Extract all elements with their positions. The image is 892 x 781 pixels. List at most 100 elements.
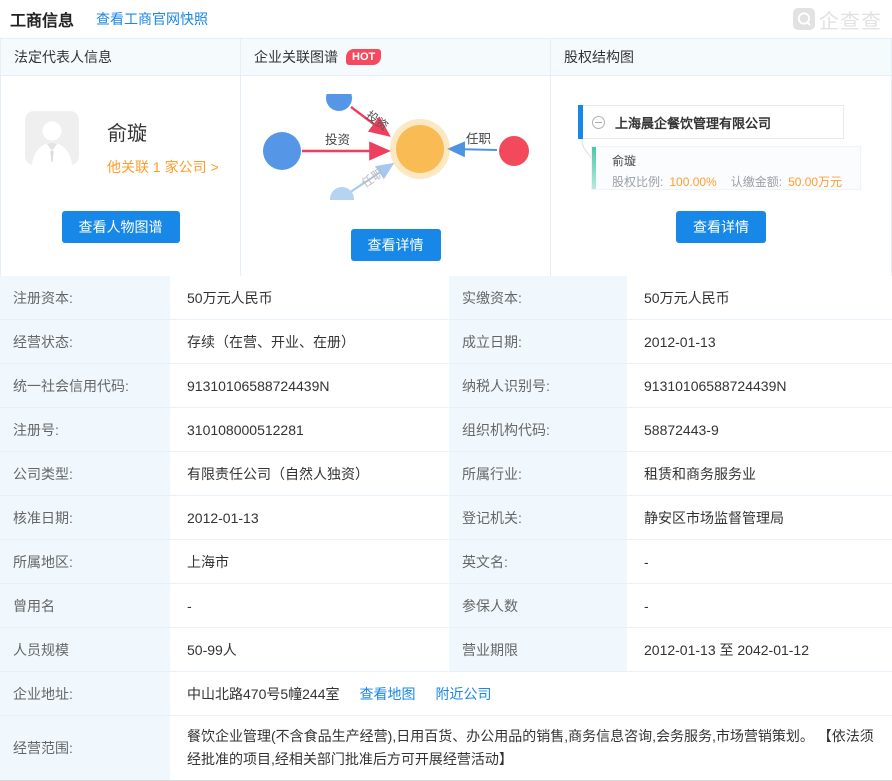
table-row: 注册号: 310108000512281 组织机构代码: 58872443-9	[0, 407, 892, 451]
related-companies-link[interactable]: 他关联 1 家公司 >	[107, 157, 219, 177]
equity-company-name: 上海晨企餐饮管理有限公司	[615, 113, 771, 132]
row-value: 50-99人	[170, 628, 447, 671]
legal-rep-panel: 法定代表人信息 俞璇 他关联 1 家公司 > 查看人物图谱	[1, 39, 240, 276]
equity-panel-title: 股权结构图	[564, 39, 634, 75]
row-value: 2012-01-13	[170, 496, 447, 539]
node-investor-left[interactable]	[263, 132, 301, 170]
row-label: 所属地区:	[0, 540, 170, 583]
row-value: 91310106588724439N	[627, 364, 892, 407]
row-value: -	[627, 540, 892, 583]
business-scope-row: 经营范围: 餐饮企业管理(不含食品生产经营),日用百货、办公用品的销售,商务信息…	[0, 715, 892, 780]
row-label: 注册号:	[0, 408, 170, 451]
table-row: 人员规模 50-99人 营业期限 2012-01-13 至 2042-01-12	[0, 627, 892, 671]
address-value-cell: 中山北路470号5幢244室 查看地图 附近公司	[170, 672, 892, 715]
table-row: 公司类型: 有限责任公司（自然人独资） 所属行业: 租赁和商务服务业	[0, 451, 892, 495]
node-company-center[interactable]	[396, 125, 444, 173]
edge-label-invest-left: 投资	[325, 132, 350, 147]
row-label: 纳税人识别号:	[447, 364, 627, 407]
table-row: 曾用名 - 参保人数 -	[0, 583, 892, 627]
hot-badge: HOT	[346, 49, 381, 65]
node-employee-right[interactable]	[499, 136, 529, 166]
row-value: -	[627, 584, 892, 627]
table-row: 注册资本: 50万元人民币 实缴资本: 50万元人民币	[0, 276, 892, 319]
legal-rep-name: 俞璇	[107, 117, 219, 146]
row-label: 参保人数	[447, 584, 627, 627]
equity-panel-body: 上海晨企餐饮管理有限公司 俞璇 股权比例:100.00%认缴金额:50.00万元…	[551, 76, 891, 258]
qichacha-logo-text: 企查查	[819, 5, 882, 34]
row-label: 成立日期:	[447, 320, 627, 363]
legal-rep-panel-header: 法定代表人信息	[1, 39, 240, 76]
row-value: 58872443-9	[627, 408, 892, 451]
row-value: 50万元人民币	[627, 276, 892, 319]
address-row: 企业地址: 中山北路470号5幢244室 查看地图 附近公司	[0, 671, 892, 715]
equity-amount-value: 50.00万元	[788, 175, 842, 189]
edge-label-post-right: 任职	[466, 132, 491, 146]
scope-text: 餐饮企业管理(不含食品生产经营),日用百货、办公用品的销售,商务信息咨询,会务服…	[170, 716, 892, 780]
topbar: 工商信息 查看工商官网快照 企查查	[0, 0, 892, 38]
row-label: 统一社会信用代码:	[0, 364, 170, 407]
legal-rep-panel-body: 俞璇 他关联 1 家公司 > 查看人物图谱	[1, 76, 240, 258]
relation-graph-panel-body: 投资 投资 任职 任职 查看详情	[241, 94, 550, 276]
row-label: 注册资本:	[0, 276, 170, 319]
legal-rep-row: 俞璇 他关联 1 家公司 >	[1, 76, 240, 177]
row-label: 核准日期:	[0, 496, 170, 539]
row-label: 营业期限	[447, 628, 627, 671]
node-investor-top[interactable]	[326, 94, 352, 111]
row-value: 2012-01-13	[627, 320, 892, 363]
relation-graph-panel-title: 企业关联图谱	[254, 39, 338, 75]
relation-graph-panel: 企业关联图谱 HOT	[240, 39, 550, 276]
row-label: 人员规模	[0, 628, 170, 671]
row-label: 所属行业:	[447, 452, 627, 495]
table-row: 统一社会信用代码: 91310106588724439N 纳税人识别号: 913…	[0, 363, 892, 407]
row-value: 租赁和商务服务业	[627, 452, 892, 495]
relation-graph-panel-header: 企业关联图谱 HOT	[241, 39, 550, 76]
view-map-link[interactable]: 查看地图	[360, 684, 416, 704]
row-label: 公司类型:	[0, 452, 170, 495]
address-label: 企业地址:	[0, 672, 170, 715]
equity-panel: 股权结构图 上海晨企餐饮管理有限公司 俞璇 股权比例:100.00%认缴金额:5…	[550, 39, 891, 276]
row-label: 经营状态:	[0, 320, 170, 363]
business-info-table: 注册资本: 50万元人民币 实缴资本: 50万元人民币 经营状态: 存续（在营、…	[0, 276, 892, 781]
scope-label: 经营范围:	[0, 716, 170, 780]
row-value: 存续（在营、开业、在册）	[170, 320, 447, 363]
row-label: 组织机构代码:	[447, 408, 627, 451]
edge-post-right	[451, 149, 497, 150]
row-label: 实缴资本:	[447, 276, 627, 319]
row-label: 登记机关:	[447, 496, 627, 539]
row-value: 310108000512281	[170, 408, 447, 451]
summary-panels: 法定代表人信息 俞璇 他关联 1 家公司 > 查看人物图谱 企业关	[0, 38, 892, 276]
row-label: 曾用名	[0, 584, 170, 627]
qichacha-logo-icon	[793, 8, 815, 30]
qichacha-logo: 企查查	[793, 5, 882, 34]
collapse-minus-icon[interactable]	[592, 116, 605, 129]
address-text: 中山北路470号5幢244室	[187, 684, 340, 704]
view-equity-detail-button[interactable]: 查看详情	[676, 211, 766, 243]
legal-rep-panel-title: 法定代表人信息	[14, 39, 112, 75]
table-row: 经营状态: 存续（在营、开业、在册） 成立日期: 2012-01-13	[0, 319, 892, 363]
view-person-graph-button[interactable]: 查看人物图谱	[62, 211, 180, 243]
equity-detail-line: 股权比例:100.00%认缴金额:50.00万元	[612, 173, 842, 190]
company-card-accent-bar	[578, 105, 583, 139]
node-employee-bottom[interactable]	[330, 187, 354, 200]
nearby-companies-link[interactable]: 附近公司	[436, 684, 492, 704]
person-avatar-icon	[25, 111, 79, 165]
legal-rep-info: 俞璇 他关联 1 家公司 >	[107, 111, 219, 177]
page-title: 工商信息	[10, 7, 74, 31]
row-value: 2012-01-13 至 2042-01-12	[627, 628, 892, 671]
view-relation-graph-button[interactable]: 查看详情	[351, 229, 441, 261]
row-value: 91310106588724439N	[170, 364, 447, 407]
equity-amount-label: 认缴金额:	[731, 175, 782, 189]
edge-label-invest-top: 投资	[363, 107, 391, 133]
snapshot-link[interactable]: 查看工商官网快照	[96, 9, 208, 29]
row-label: 英文名:	[447, 540, 627, 583]
equity-company-card[interactable]: 上海晨企餐饮管理有限公司	[578, 105, 844, 139]
table-row: 所属地区: 上海市 英文名: -	[0, 539, 892, 583]
row-value: 有限责任公司（自然人独资）	[170, 452, 447, 495]
equity-holder-card[interactable]: 俞璇 股权比例:100.00%认缴金额:50.00万元	[591, 146, 861, 190]
equity-holder-box: 俞璇 股权比例:100.00%认缴金额:50.00万元	[596, 147, 842, 189]
row-value: 静安区市场监督管理局	[627, 496, 892, 539]
equity-ratio-label: 股权比例:	[612, 175, 663, 189]
relation-graph-chart[interactable]: 投资 投资 任职 任职	[241, 94, 549, 200]
row-value: -	[170, 584, 447, 627]
row-value: 上海市	[170, 540, 447, 583]
